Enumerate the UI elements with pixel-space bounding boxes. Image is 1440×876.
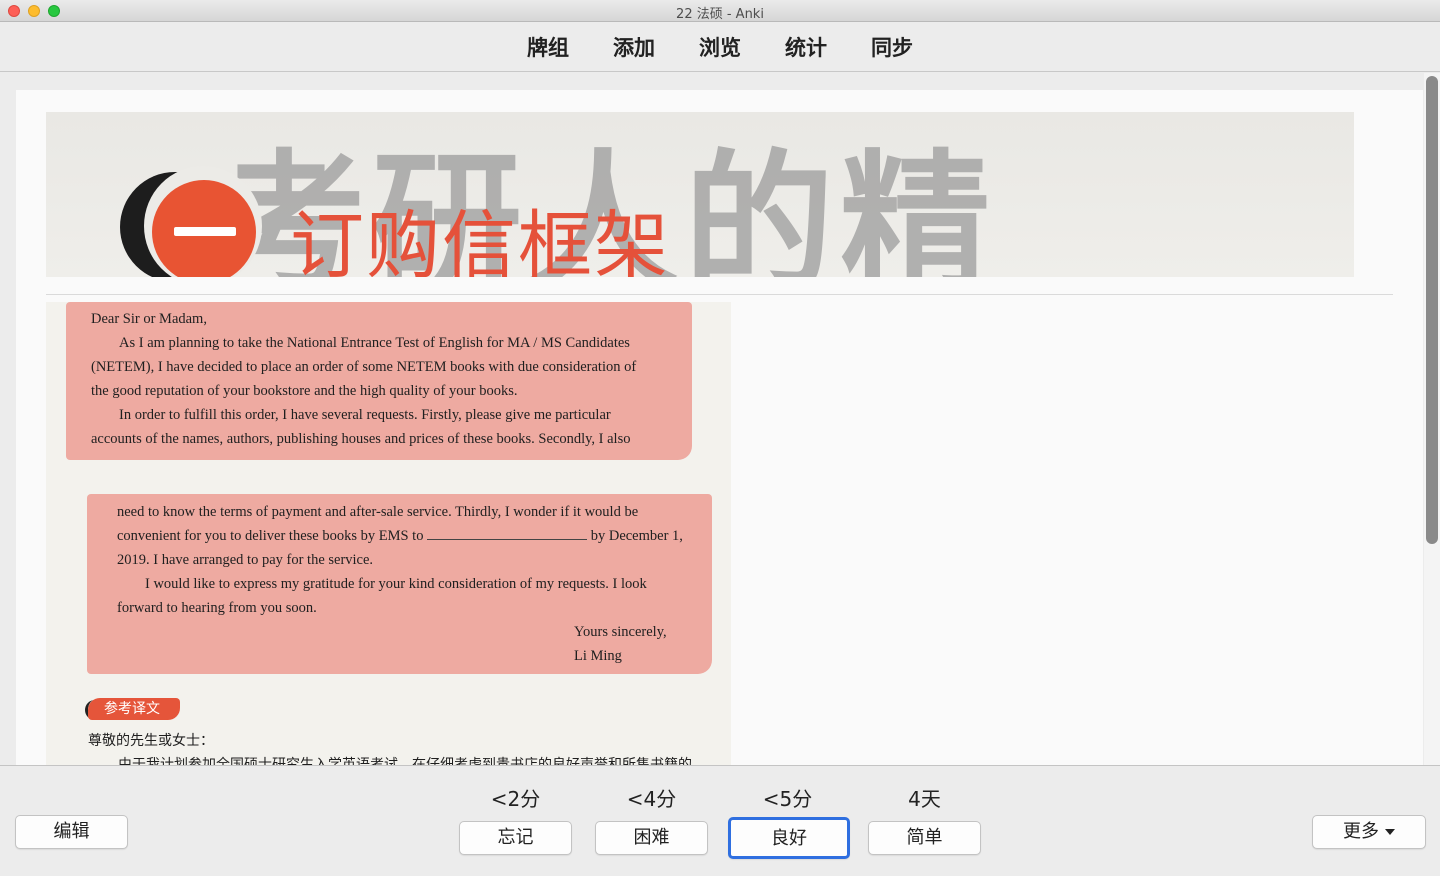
window-title: 22 法硕 - Anki <box>676 7 764 22</box>
letter-line: need to know the terms of payment and af… <box>117 504 639 520</box>
toolbar-add-link[interactable]: 添加 <box>591 32 677 62</box>
interval-good: <5分 <box>762 787 813 811</box>
scanned-page-image: Dear Sir or Madam, As I am planning to t… <box>46 302 731 765</box>
letter-line: As I am planning to take the National En… <box>119 335 630 351</box>
easy-button[interactable]: 简单 <box>868 821 981 855</box>
toolbar-stats-link[interactable]: 统计 <box>763 32 849 62</box>
letter-part-2: need to know the terms of payment and af… <box>117 500 692 668</box>
banner-image: 考研人的精 订购信框架 <box>46 112 1354 277</box>
translation-greeting: 尊敬的先生或女士： <box>88 733 214 749</box>
interval-again: <2分 <box>490 787 541 811</box>
interval-easy: 4天 <box>908 787 941 811</box>
title-bar: 22 法硕 - Anki <box>0 0 1440 22</box>
translation-line: 由于我计划参加全国硕士研究生入学英语考试，在仔细考虑到贵书店的良好声誉和所售书籍… <box>118 757 692 765</box>
toolbar-sync-link[interactable]: 同步 <box>849 32 935 62</box>
toolbar-browse-link[interactable]: 浏览 <box>677 32 763 62</box>
fill-blank <box>427 530 588 540</box>
interval-hard: <4分 <box>626 787 677 811</box>
card-content: 考研人的精 订购信框架 Dear Sir or Madam, As I am p… <box>16 90 1423 765</box>
more-button-label: 更多 <box>1343 821 1379 842</box>
hard-button[interactable]: 困难 <box>595 821 708 855</box>
letter-line: I would like to express my gratitude for… <box>145 576 647 592</box>
answer-bar: 编辑 <2分 <4分 <5分 4天 忘记 困难 良好 简单 更多 <box>0 765 1440 876</box>
more-button[interactable]: 更多 <box>1312 815 1426 849</box>
letter-text: by December 1, <box>590 528 683 544</box>
edit-button[interactable]: 编辑 <box>15 815 128 849</box>
letter-part-1: Dear Sir or Madam, As I am planning to t… <box>91 307 671 451</box>
letter-line: convenient for you to deliver these book… <box>117 524 692 548</box>
toolbar-decks-link[interactable]: 牌组 <box>505 32 591 62</box>
letter-line: forward to hearing from you soon. <box>117 600 317 616</box>
letter-closing: Yours sincerely, <box>574 624 667 640</box>
letter-line: Dear Sir or Madam, <box>91 311 207 327</box>
letter-signature: Li Ming <box>574 648 622 664</box>
letter-line: In order to fulfill this order, I have s… <box>119 407 611 423</box>
letter-line: accounts of the names, authors, publishi… <box>91 431 631 447</box>
again-button[interactable]: 忘记 <box>459 821 572 855</box>
badge-dash <box>174 227 236 236</box>
card-divider <box>46 294 1393 295</box>
good-button[interactable]: 良好 <box>728 817 850 859</box>
banner-title: 订购信框架 <box>290 203 670 277</box>
chevron-down-icon <box>1385 829 1395 835</box>
main-toolbar: 牌组 添加 浏览 统计 同步 <box>0 22 1440 72</box>
letter-line: (NETEM), I have decided to place an orde… <box>91 359 637 375</box>
letter-text: convenient for you to deliver these book… <box>117 528 424 544</box>
letter-line: 2019. I have arranged to pay for the ser… <box>117 552 374 568</box>
letter-line: the good reputation of your bookstore an… <box>91 383 518 399</box>
reference-translation-tag: 参考译文 <box>88 698 180 720</box>
scrollbar-thumb[interactable] <box>1426 76 1438 544</box>
